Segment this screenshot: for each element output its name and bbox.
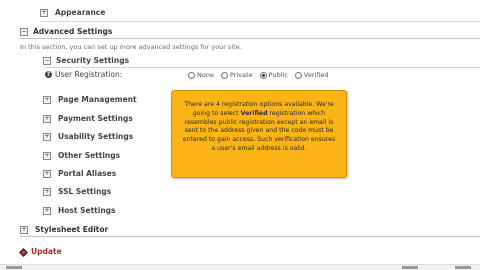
ssl-settings-section[interactable]: + SSL Settings [43,187,111,196]
ssl-settings-label[interactable]: SSL Settings [58,187,111,196]
stylesheet-editor-section[interactable]: + Stylesheet Editor [20,225,108,234]
radio-public[interactable]: Public [259,71,288,79]
update-button[interactable]: Update [19,247,62,257]
scroll-marker [455,266,471,269]
expand-plus-icon[interactable]: + [43,132,51,141]
update-icon [19,247,28,257]
radio-none[interactable]: None [188,71,214,79]
portal-aliases-label[interactable]: Portal Aliases [58,169,116,178]
advanced-settings-section[interactable]: − Advanced Settings [20,27,112,36]
appearance-label[interactable]: Appearance [55,8,105,17]
scroll-marker [6,266,22,269]
radio-verified[interactable]: Verified [294,71,329,79]
security-settings-label[interactable]: Security Settings [56,56,129,65]
section-rule [20,38,480,39]
page-management-label[interactable]: Page Management [58,95,137,104]
update-label[interactable]: Update [31,247,62,256]
stylesheet-editor-label[interactable]: Stylesheet Editor [35,225,108,234]
other-settings-label[interactable]: Other Settings [58,151,120,160]
divider [43,67,480,68]
registration-callout: There are 4 registration options availab… [171,90,347,178]
advanced-settings-label[interactable]: Advanced Settings [33,27,112,36]
usability-settings-label[interactable]: Usability Settings [58,132,133,141]
user-registration-row: ? User Registration: [45,70,122,79]
expand-plus-icon[interactable]: + [43,169,51,178]
host-settings-label[interactable]: Host Settings [58,206,116,215]
appearance-section[interactable]: + Appearance [40,8,105,17]
expand-plus-icon[interactable]: + [20,225,28,234]
user-registration-options: None Private Public Verified [188,71,336,79]
site-settings-page: + Appearance − Advanced Settings In this… [0,0,480,270]
scroll-marker [402,266,418,269]
payment-settings-section[interactable]: + Payment Settings [43,114,133,123]
advanced-description: In this section, you can set up more adv… [20,43,242,51]
radio-private[interactable]: Private [220,71,253,79]
page-management-section[interactable]: + Page Management [43,95,137,104]
section-rule [20,236,480,237]
other-settings-section[interactable]: + Other Settings [43,151,120,160]
expand-plus-icon[interactable]: + [43,114,51,123]
host-settings-section[interactable]: + Host Settings [43,206,116,215]
expand-plus-icon[interactable]: + [43,151,51,160]
expand-plus-icon[interactable]: + [43,95,51,104]
collapse-minus-icon[interactable]: − [43,56,51,65]
expand-plus-icon[interactable]: + [43,206,51,215]
user-registration-label: User Registration: [55,70,123,79]
divider [40,21,480,22]
expand-plus-icon[interactable]: + [40,8,48,17]
collapse-minus-icon[interactable]: − [20,27,28,36]
security-settings-section[interactable]: − Security Settings [43,56,129,65]
expand-plus-icon[interactable]: + [43,187,51,196]
help-icon[interactable]: ? [45,71,52,78]
payment-settings-label[interactable]: Payment Settings [58,114,133,123]
callout-highlight: Verified [240,109,268,117]
portal-aliases-section[interactable]: + Portal Aliases [43,169,116,178]
usability-settings-section[interactable]: + Usability Settings [43,132,133,141]
